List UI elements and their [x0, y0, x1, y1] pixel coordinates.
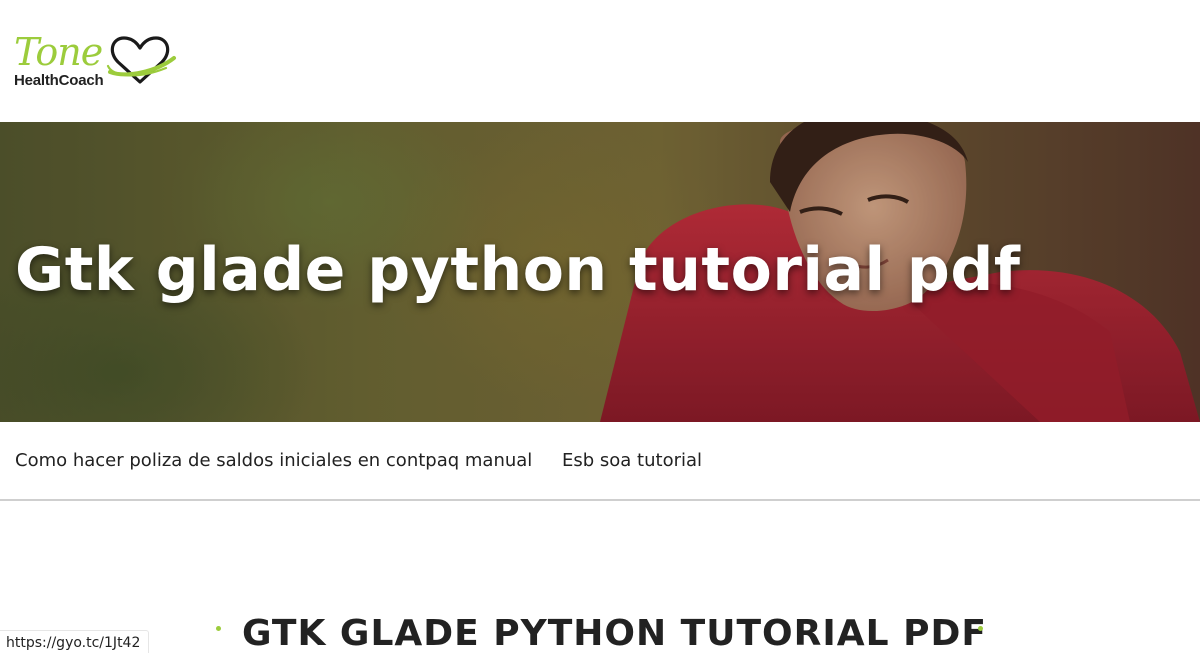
status-bar-url: https://gyo.tc/1Jt42 [0, 630, 150, 653]
heading-dot-right [978, 626, 983, 631]
heart-icon [106, 36, 176, 84]
logo-tagline: HealthCoach [14, 72, 104, 89]
section-title: GTK GLADE PYTHON TUTORIAL PDF [242, 613, 987, 653]
heading-dot-left [216, 626, 221, 631]
site-header: Tone HealthCoach [0, 0, 1200, 122]
nav-link-esb-soa[interactable]: Esb soa tutorial [562, 450, 702, 472]
nav-link-contpaq[interactable]: Como hacer poliza de saldos iniciales en… [15, 450, 532, 472]
hero-banner: Gtk glade python tutorial pdf [0, 122, 1200, 422]
section-heading: GTK GLADE PYTHON TUTORIAL PDF [0, 610, 1200, 653]
related-links-nav: Como hacer poliza de saldos iniciales en… [0, 422, 1200, 501]
site-logo[interactable]: Tone HealthCoach [12, 30, 182, 94]
logo-wordmark: Tone [14, 30, 103, 74]
page-title: Gtk glade python tutorial pdf [15, 235, 1021, 305]
